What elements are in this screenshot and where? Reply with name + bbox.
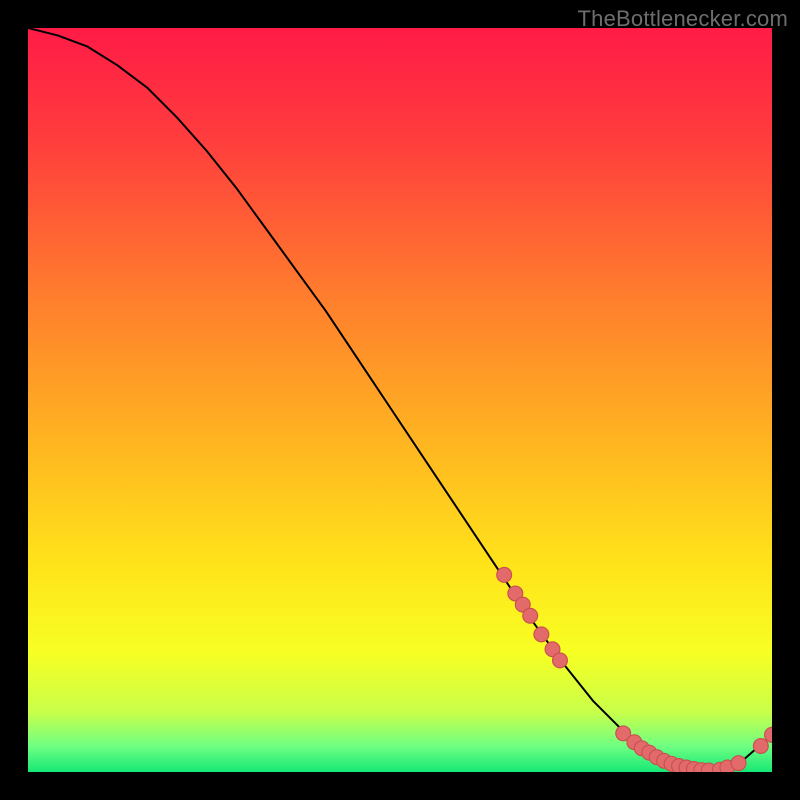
data-point <box>753 739 768 754</box>
data-point <box>731 756 746 771</box>
data-point <box>553 653 568 668</box>
data-point <box>534 627 549 642</box>
plot-background <box>28 28 772 772</box>
bottleneck-chart <box>28 28 772 772</box>
data-point <box>497 567 512 582</box>
data-point <box>523 608 538 623</box>
chart-stage: TheBottlenecker.com <box>0 0 800 800</box>
